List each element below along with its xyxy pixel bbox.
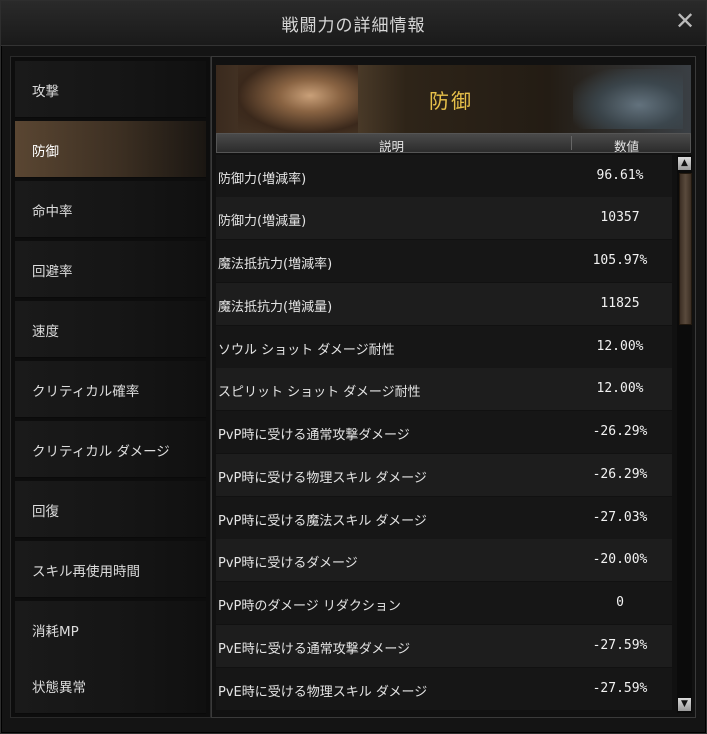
row-value: -26.29% (592, 424, 648, 439)
row-description: スピリット ショット ダメージ耐性 (218, 385, 421, 400)
row-description: PvP時に受ける通常攻撃ダメージ (218, 428, 410, 443)
table-row: スピリット ショット ダメージ耐性 12.00% (216, 368, 672, 410)
row-value: 0 (616, 595, 624, 610)
scroll-up-icon[interactable]: ▲ (678, 157, 691, 170)
row-value: -26.29% (592, 467, 648, 482)
row-value: -27.03% (592, 510, 648, 525)
character-portrait (238, 65, 358, 133)
row-value: -27.59% (592, 681, 648, 696)
table-row: 魔法抵抗力(増減率) 105.97% (216, 240, 672, 282)
row-description: 防御力(増減量) (218, 214, 307, 229)
row-description: PvP時に受ける魔法スキル ダメージ (218, 514, 427, 529)
table-header: 説明 数値 (216, 133, 691, 154)
row-value: -20.00% (592, 552, 648, 567)
sidebar-item-critical-rate[interactable]: クリティカル確率 (15, 361, 206, 418)
table-row: PvP時に受ける物理スキル ダメージ -26.29% (216, 454, 672, 496)
sidebar-item-mp-consumption[interactable]: 消耗MP (15, 601, 206, 658)
table-row: PvE時に受ける通常攻撃ダメージ -27.59% (216, 625, 672, 667)
row-value: 12.00% (596, 339, 644, 354)
row-description: PvP時に受けるダメージ (218, 556, 358, 571)
row-description: 魔法抵抗力(増減率) (218, 257, 333, 272)
sidebar-item-attack[interactable]: 攻撃 (15, 61, 206, 118)
row-description: PvP時のダメージ リダクション (218, 599, 401, 614)
combat-power-details-window: 戦闘力の詳細情報 ✕ 攻撃 防御 命中率 回避率 速度 クリティカル確率 クリテ… (0, 0, 707, 734)
titlebar: 戦闘力の詳細情報 ✕ (1, 1, 706, 46)
sidebar-item-label: 攻撃 (32, 84, 59, 100)
sidebar-item-skill-reuse[interactable]: スキル再使用時間 (15, 541, 206, 598)
row-value: 12.00% (596, 381, 644, 396)
table-row: PvP時に受けるダメージ -20.00% (216, 539, 672, 581)
row-value: 105.97% (592, 253, 648, 268)
table-row: PvP時に受ける魔法スキル ダメージ -27.03% (216, 497, 672, 539)
details-panel: 防御 説明 数値 防御力(増減率) 96.61% 防御力(増減量) 10357 魔法… (211, 56, 696, 718)
table-row: PvP時のダメージ リダクション 0 (216, 582, 672, 624)
banner-decoration (573, 69, 683, 129)
table-row: PvE時に受ける物理スキル ダメージ -27.59% (216, 668, 672, 710)
sidebar-item-status-ailment[interactable]: 状態異常 (15, 657, 206, 714)
table-row: PvP時に受ける通常攻撃ダメージ -26.29% (216, 411, 672, 453)
row-description: ソウル ショット ダメージ耐性 (218, 343, 395, 358)
scrollbar-thumb[interactable] (679, 173, 692, 325)
row-description: PvE時に受ける通常攻撃ダメージ (218, 642, 411, 657)
scroll-down-icon[interactable]: ▼ (678, 698, 691, 711)
sidebar-item-label: 回復 (32, 504, 59, 520)
sidebar-item-defense[interactable]: 防御 (15, 121, 206, 178)
row-value: 10357 (600, 210, 640, 225)
row-description: PvE時に受ける物理スキル ダメージ (218, 685, 428, 700)
column-divider (571, 136, 572, 150)
sidebar-item-label: 状態異常 (32, 680, 86, 696)
row-description: 防御力(増減率) (218, 172, 307, 187)
category-banner: 防御 (216, 65, 691, 133)
column-header-value: 数値 (614, 139, 640, 154)
category-sidebar: 攻撃 防御 命中率 回避率 速度 クリティカル確率 クリティカル ダメージ 回復… (10, 56, 211, 718)
row-value: 11825 (600, 296, 640, 311)
close-icon[interactable]: ✕ (672, 8, 698, 34)
row-description: PvP時に受ける物理スキル ダメージ (218, 471, 427, 486)
sidebar-item-speed[interactable]: 速度 (15, 301, 206, 358)
table-row: 防御力(増減量) 10357 (216, 197, 672, 239)
table-row: ソウル ショット ダメージ耐性 12.00% (216, 326, 672, 368)
sidebar-item-evasion[interactable]: 回避率 (15, 241, 206, 298)
vertical-scrollbar[interactable]: ▲ ▼ (677, 155, 692, 713)
sidebar-item-label: クリティカル確率 (32, 384, 140, 400)
sidebar-item-label: 命中率 (32, 204, 73, 220)
row-value: 96.61% (596, 168, 644, 183)
window-title: 戦闘力の詳細情報 (281, 16, 426, 36)
sidebar-item-label: クリティカル ダメージ (32, 444, 170, 460)
table-row: 魔法抵抗力(増減量) 11825 (216, 283, 672, 325)
stats-table: 防御力(増減率) 96.61% 防御力(増減量) 10357 魔法抵抗力(増減率) 1… (216, 155, 672, 711)
banner-title: 防御 (429, 89, 473, 113)
sidebar-item-recovery[interactable]: 回復 (15, 481, 206, 538)
sidebar-item-label: 消耗MP (32, 624, 79, 640)
row-description: 魔法抵抗力(増減量) (218, 300, 333, 315)
sidebar-item-label: 防御 (32, 144, 59, 160)
column-header-description: 説明 (379, 139, 405, 154)
sidebar-item-label: 速度 (32, 324, 59, 340)
sidebar-item-accuracy[interactable]: 命中率 (15, 181, 206, 238)
sidebar-item-critical-damage[interactable]: クリティカル ダメージ (15, 421, 206, 478)
table-row: 防御力(増減率) 96.61% (216, 155, 672, 197)
sidebar-item-label: 回避率 (32, 264, 73, 280)
row-value: -27.59% (592, 638, 648, 653)
sidebar-item-label: スキル再使用時間 (32, 564, 140, 580)
